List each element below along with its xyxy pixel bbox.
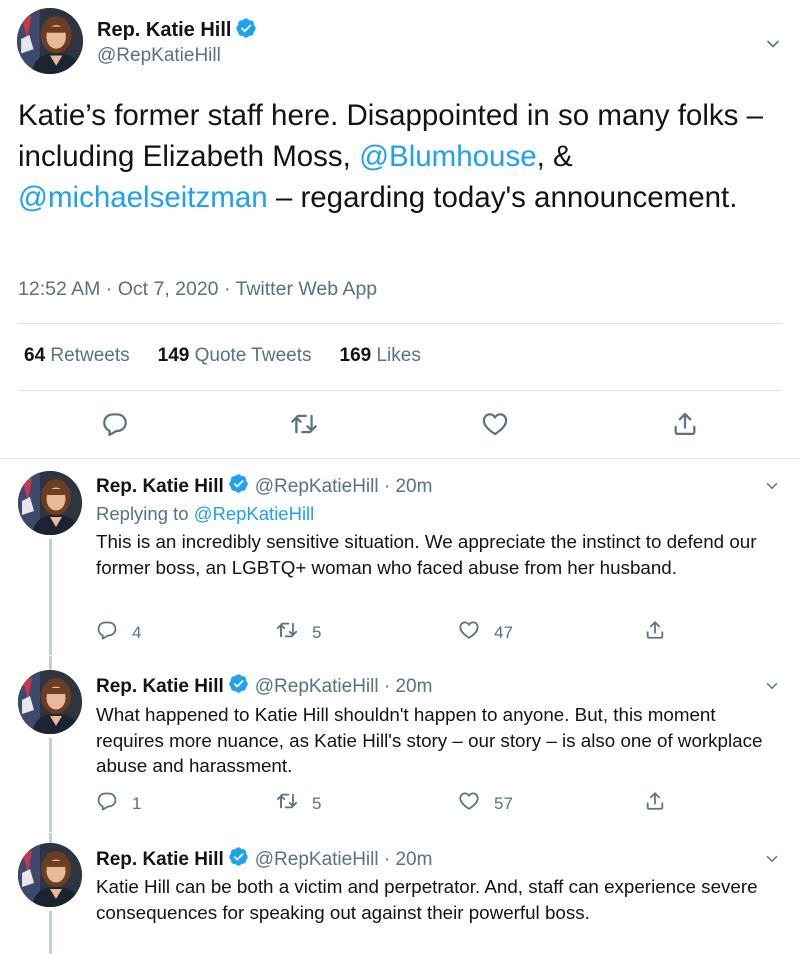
chevron-down-icon[interactable] xyxy=(763,677,781,700)
retweet-action[interactable]: 5 xyxy=(276,619,321,646)
chevron-down-icon[interactable] xyxy=(763,34,783,59)
reply-header: Rep. Katie Hill @RepKatieHill · 20m xyxy=(96,473,432,500)
handle-time[interactable]: @RepKatieHill · 20m xyxy=(255,476,433,498)
retweets-count: 64 xyxy=(24,345,46,366)
like-count: 47 xyxy=(494,622,513,642)
reply-text: What happened to Katie Hill shouldn't ha… xyxy=(96,704,763,776)
like-action[interactable]: 47 xyxy=(458,619,513,646)
avatar[interactable] xyxy=(17,8,83,74)
reply-count: 1 xyxy=(132,793,142,813)
verified-badge-icon xyxy=(228,673,249,700)
avatar[interactable] xyxy=(18,843,82,907)
reply-icon[interactable] xyxy=(101,410,129,443)
likes-stat[interactable]: 169 Likes xyxy=(340,345,421,367)
reply-header: Rep. Katie Hill @RepKatieHill · 20m xyxy=(96,673,432,700)
thread-line xyxy=(49,833,52,843)
replying-prefix: Replying to xyxy=(96,503,194,524)
author-name[interactable]: Rep. Katie Hill xyxy=(96,849,224,871)
retweet-action[interactable]: 5 xyxy=(276,790,321,817)
reply-text: Katie Hill can be both a victim and perp… xyxy=(96,876,758,923)
reply-icon xyxy=(96,619,132,646)
reply-tweet[interactable]: Rep. Katie Hill @RepKatieHill · 20m Repl… xyxy=(0,459,800,655)
reply-action[interactable]: 4 xyxy=(96,619,141,646)
handle-time[interactable]: @RepKatieHill · 20m xyxy=(255,676,433,698)
retweets-stat[interactable]: 64 Retweets xyxy=(24,345,130,367)
reply-text: This is an incredibly sensitive situatio… xyxy=(96,531,757,578)
author-line: Rep. Katie Hill xyxy=(97,17,257,44)
author-name[interactable]: Rep. Katie Hill xyxy=(96,476,224,498)
reply-icon xyxy=(96,790,132,817)
thread-line xyxy=(49,738,52,832)
tweet-stats: 64 Retweets 149 Quote Tweets 169 Likes xyxy=(24,345,449,367)
tweet-text-part: – regarding today's announcement. xyxy=(267,181,738,214)
divider xyxy=(18,323,782,324)
action-bar: 1 5 57 xyxy=(96,790,696,820)
reply-count: 4 xyxy=(132,622,142,642)
heart-icon xyxy=(458,790,494,817)
reply-tweet[interactable]: Rep. Katie Hill @RepKatieHill · 20m What… xyxy=(0,656,800,832)
verified-badge-icon xyxy=(235,17,257,44)
handle-time[interactable]: @RepKatieHill · 20m xyxy=(255,849,433,871)
quote-tweets-stat[interactable]: 149 Quote Tweets xyxy=(158,345,312,367)
divider xyxy=(18,390,782,391)
verified-badge-icon xyxy=(228,846,249,873)
tweet-text-part: , & xyxy=(536,140,573,173)
retweets-label: Retweets xyxy=(50,345,130,366)
tweet-timestamp[interactable]: 12:52 AM · Oct 7, 2020 · Twitter Web App xyxy=(18,278,377,301)
retweet-count: 5 xyxy=(312,622,322,642)
avatar[interactable] xyxy=(18,670,82,734)
share-icon[interactable] xyxy=(644,619,680,641)
thread-line xyxy=(49,911,52,954)
reply-action[interactable]: 1 xyxy=(96,790,141,817)
author-name[interactable]: Rep. Katie Hill xyxy=(96,676,224,698)
like-count: 57 xyxy=(494,793,513,813)
thread-line xyxy=(49,539,52,655)
tweet-text: Katie’s former staff here. Disappointed … xyxy=(18,95,788,218)
author-name[interactable]: Rep. Katie Hill xyxy=(97,19,231,42)
mention-link[interactable]: @RepKatieHill xyxy=(194,503,315,524)
heart-icon xyxy=(458,619,494,646)
share-icon[interactable] xyxy=(671,410,699,443)
replying-to: Replying to @RepKatieHill xyxy=(96,503,314,525)
mention-link[interactable]: @Blumhouse xyxy=(359,140,537,173)
author-handle[interactable]: @RepKatieHill xyxy=(97,45,221,67)
action-bar: 4 5 47 xyxy=(96,619,696,649)
reply-header: Rep. Katie Hill @RepKatieHill · 20m xyxy=(96,846,432,873)
avatar[interactable] xyxy=(18,471,82,535)
likes-label: Likes xyxy=(376,345,421,366)
thread-line xyxy=(49,656,52,670)
retweet-icon[interactable] xyxy=(290,410,318,443)
retweet-icon xyxy=(276,790,312,817)
chevron-down-icon[interactable] xyxy=(763,850,781,873)
quotes-label: Quote Tweets xyxy=(194,345,312,366)
mention-link[interactable]: @michaelseitzman xyxy=(18,181,268,214)
like-action[interactable]: 57 xyxy=(458,790,513,817)
heart-icon[interactable] xyxy=(481,410,509,443)
quotes-count: 149 xyxy=(157,345,190,366)
verified-badge-icon xyxy=(228,473,249,500)
chevron-down-icon[interactable] xyxy=(763,477,781,500)
main-tweet: Rep. Katie Hill @RepKatieHill Katie’s fo… xyxy=(0,0,800,458)
likes-count: 169 xyxy=(339,345,372,366)
reply-tweet[interactable]: Rep. Katie Hill @RepKatieHill · 20m Kati… xyxy=(0,833,800,954)
retweet-icon xyxy=(276,619,312,646)
share-icon[interactable] xyxy=(644,790,680,812)
retweet-count: 5 xyxy=(312,793,322,813)
